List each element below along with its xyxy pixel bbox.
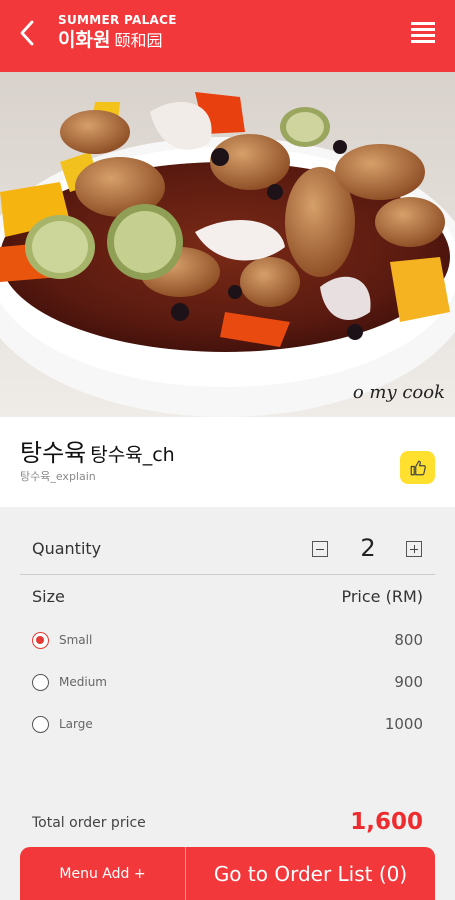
brand-name-chinese: 颐和园 [114, 31, 163, 50]
menu-add-button[interactable]: Menu Add + [20, 847, 186, 900]
dish-description: 탕수육_explain [20, 470, 96, 483]
brand-logo: SUMMER PALACE 이화원 颐和园 [58, 13, 177, 53]
size-label: Size [32, 587, 65, 606]
size-name: Large [59, 717, 93, 731]
size-option-medium[interactable]: Medium 900 [20, 663, 435, 705]
radio-small[interactable] [32, 632, 49, 649]
plus-icon[interactable] [406, 541, 422, 557]
hamburger-menu-icon[interactable] [411, 22, 435, 46]
dish-title: 탕수육 탕수육_ch [20, 433, 175, 468]
order-list-button[interactable]: Go to Order List (0) [186, 847, 435, 900]
total-price-value: 1,600 [350, 809, 423, 835]
dish-photo: o my cook [0, 72, 455, 417]
back-button[interactable] [12, 16, 42, 50]
quantity-value: 2 [360, 534, 376, 562]
size-option-small[interactable]: Small 800 [20, 621, 435, 663]
size-header: Size Price (RM) [20, 575, 435, 621]
radio-large[interactable] [32, 716, 49, 733]
thumbs-up-icon [410, 460, 426, 475]
order-options: Quantity 2 Size Price (RM) Small 800 Med… [0, 507, 455, 900]
brand-name-korean: 이화원 颐和园 [58, 28, 177, 53]
options-panel: Quantity 2 Size Price (RM) Small 800 Med… [20, 525, 435, 747]
size-name: Small [59, 633, 93, 647]
dish-info: 탕수육 탕수육_ch 탕수육_explain [0, 417, 455, 507]
total-price-label: Total order price [32, 815, 146, 831]
brand-name-english: SUMMER PALACE [58, 13, 177, 27]
dish-name-sub: 탕수육_ch [90, 444, 175, 466]
quantity-row: Quantity 2 [20, 525, 435, 575]
size-option-large[interactable]: Large 1000 [20, 705, 435, 747]
size-name: Medium [59, 675, 107, 689]
brand-name-korean-text: 이화원 [58, 29, 111, 51]
quantity-label: Quantity [32, 539, 102, 558]
photo-watermark: o my cook [352, 382, 445, 403]
bottom-action-bar: Menu Add + Go to Order List (0) [20, 847, 435, 900]
size-price: 900 [394, 673, 423, 691]
price-label: Price (RM) [341, 587, 423, 606]
minus-icon[interactable] [312, 541, 328, 557]
chevron-left-icon [20, 20, 34, 46]
app-header: SUMMER PALACE 이화원 颐和园 [0, 0, 455, 72]
dish-name: 탕수육 [20, 439, 87, 467]
size-price: 1000 [384, 715, 423, 733]
size-price: 800 [394, 631, 423, 649]
radio-medium[interactable] [32, 674, 49, 691]
like-button[interactable] [400, 451, 435, 484]
